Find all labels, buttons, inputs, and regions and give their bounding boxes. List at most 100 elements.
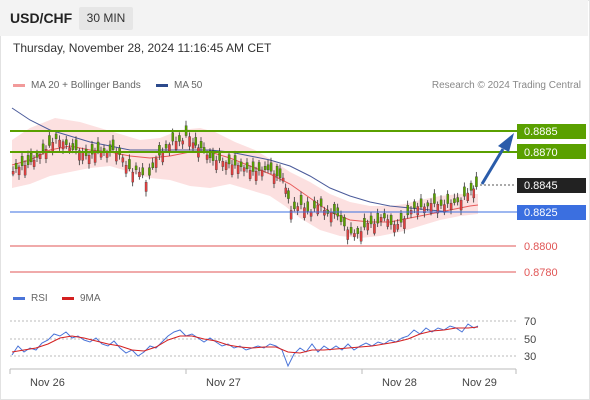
price-chart: 0.8885 0.8870 0.8845 0.8825 0.8800 0.878… [9,107,586,389]
candle-body [353,233,356,237]
candle-body [171,132,175,142]
candle-body [168,144,171,152]
candle-body [41,143,45,152]
candle-body [459,199,463,211]
candle-body [161,152,165,163]
level-label-0: 0.8885 [524,126,558,138]
candle-body [263,166,267,170]
candle-body [278,168,282,178]
candle-body [406,205,410,216]
candle-body [257,162,261,171]
candle-body [449,202,453,211]
candle-body [87,155,91,165]
candle-body [373,223,376,234]
candle-body [399,213,403,223]
candle-body [71,143,75,150]
candle-body [230,164,234,175]
candle-body [218,152,221,161]
candle-body [174,141,178,150]
candle-body [131,171,135,183]
bollinger-band [12,118,478,238]
candle-body [134,165,138,171]
candle-body [323,210,326,216]
candle-body [221,161,225,167]
candle-body [51,142,55,152]
candle-body [254,171,258,181]
candle-body [379,217,383,222]
candle-body [61,141,65,150]
candle-body [44,149,48,160]
candle-body [287,190,290,199]
candle-body [269,162,273,172]
candle-body [472,188,476,199]
candle-body [303,207,306,218]
candle-body [81,151,85,161]
level-label-4: 0.8800 [524,241,558,253]
candle-body [349,227,353,234]
forecast-arrow-icon [480,133,514,185]
level-label-2: 0.8845 [524,180,558,192]
candle-body [215,160,218,170]
candle-body [369,215,373,225]
candle-body [275,166,279,177]
candle-body [154,158,158,168]
candle-body [396,223,400,230]
candle-body [416,206,420,216]
candle-body [386,219,390,227]
candle-body [199,141,203,149]
candle-body [65,139,68,145]
rsi-axis-30: 30 [524,351,536,363]
candle-body [227,154,231,165]
candle-body [181,140,185,145]
rsi-line [11,323,479,368]
candle-body [469,182,473,191]
candle-body [393,224,396,233]
candle-body [115,152,118,162]
candle-body [20,156,24,166]
candle-body [236,165,240,174]
candle-body [463,186,466,197]
candle-body [389,215,393,225]
candle-body [456,197,460,203]
candle-body [251,161,255,172]
candle-body [306,201,310,212]
candle-body [48,135,51,146]
candle-body [356,228,360,234]
level-label-1: 0.8870 [524,147,558,159]
candle-body [233,155,237,166]
candle-body [158,145,161,156]
candle-body [339,215,343,222]
candle-body [260,169,264,177]
candle-body [413,201,416,209]
candle-body [316,204,320,215]
candle-body [148,167,151,176]
x-axis-label-2: Nov 28 [382,377,417,389]
candle-body [439,199,443,206]
candle-body [296,206,300,211]
candle-body [68,147,71,152]
candle-body [403,218,406,229]
candle-body [138,171,141,177]
candle-body [266,164,270,171]
candle-body [224,162,228,170]
candle-body [242,167,246,172]
candle-body [178,135,181,142]
candle-body [38,154,42,160]
candle-body [284,187,288,194]
level-label-3: 0.8825 [524,207,558,219]
candle-body [58,139,61,148]
candle-body [329,211,333,223]
candle-body [363,218,366,228]
candle-body [433,193,436,204]
candle-body [194,137,198,146]
candle-body [299,195,303,205]
level-label-5: 0.8780 [524,267,558,279]
candle-body [29,153,33,163]
candle-body [128,159,131,170]
candle-body [376,212,380,224]
candle-body [313,200,316,209]
candle-body [144,182,148,192]
candle-body [443,204,446,213]
candle-body [205,154,209,160]
x-axis-label-3: Nov 29 [462,377,497,389]
